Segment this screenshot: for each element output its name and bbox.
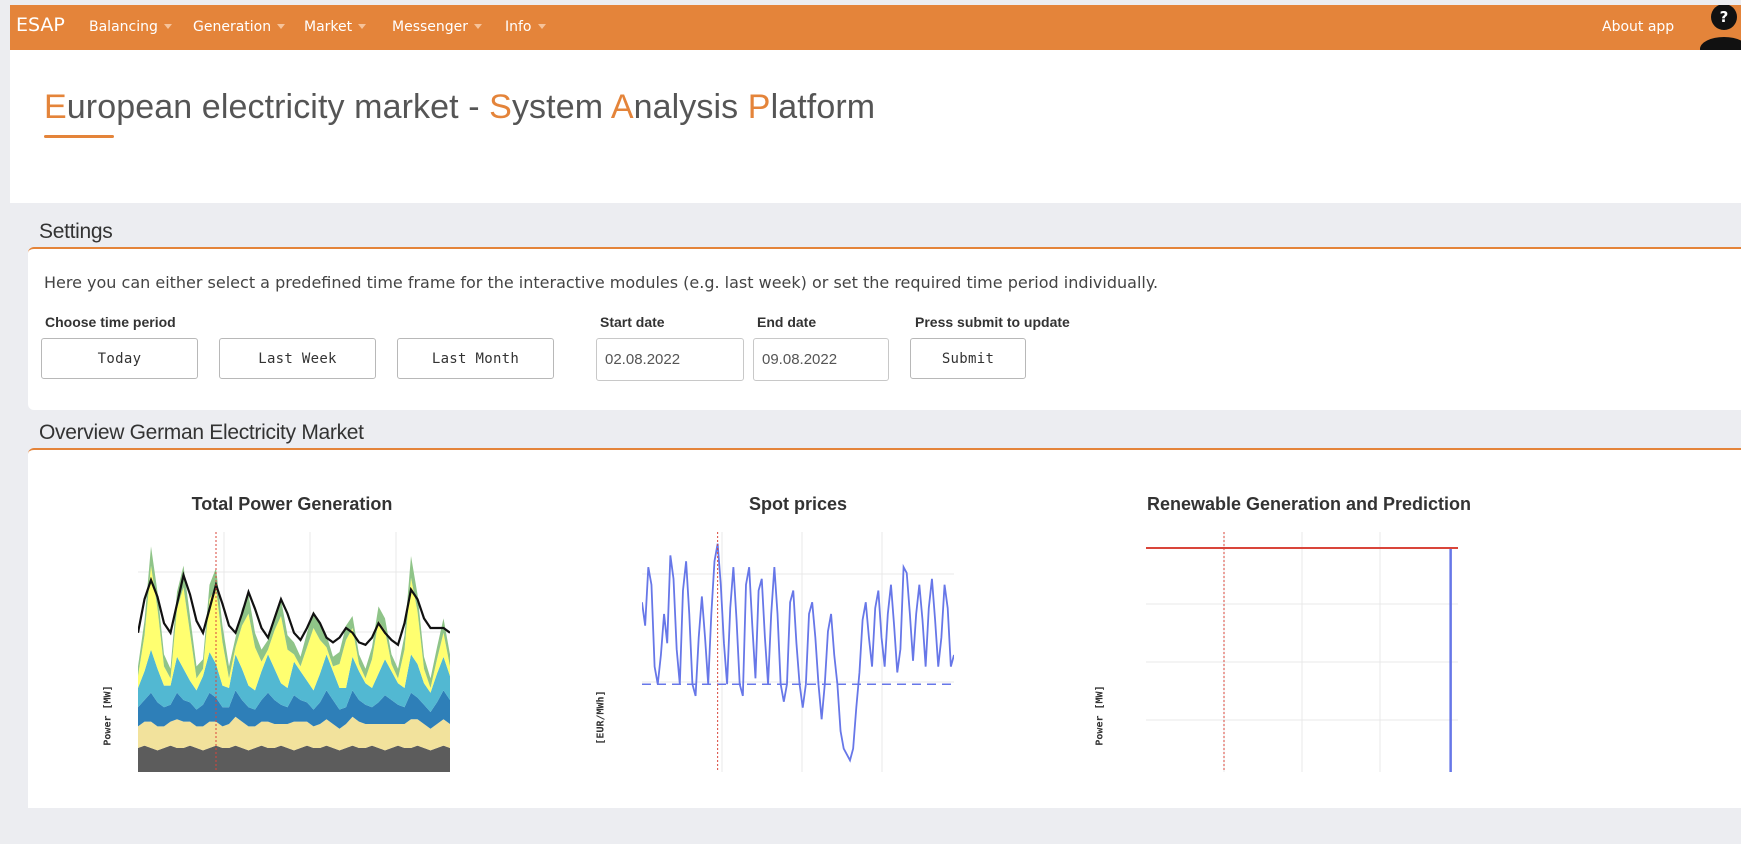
- chart-spot-prices[interactable]: [642, 532, 954, 772]
- title-part: E: [44, 88, 67, 126]
- chevron-down-icon: [358, 24, 367, 29]
- chart-spot-prices-title: Spot prices: [748, 494, 848, 514]
- overview-title: Overview German Electricity Market: [39, 421, 364, 444]
- title-part: P: [747, 88, 771, 126]
- nav-label: Balancing: [89, 19, 158, 35]
- help-user-icon[interactable]: ?: [1698, 5, 1741, 50]
- last-month-button[interactable]: Last Month: [397, 338, 554, 379]
- chart3-ylabel: Power [MW]: [1094, 685, 1106, 746]
- chart-total-generation-title: Total Power Generation: [191, 494, 393, 514]
- nav-label: Market: [304, 19, 353, 35]
- nav-info[interactable]: Info: [505, 19, 546, 35]
- nav-balancing[interactable]: Balancing: [89, 19, 172, 35]
- nav-generation[interactable]: Generation: [193, 19, 286, 35]
- top-navbar: ESAP Balancing Generation Market Messeng…: [10, 5, 1741, 50]
- about-app-link[interactable]: About app: [1602, 19, 1674, 35]
- title-part: S: [489, 88, 512, 126]
- nav-label: Info: [505, 19, 532, 35]
- chart-total-generation[interactable]: [138, 532, 450, 772]
- price-line[interactable]: [642, 543, 954, 763]
- chart2-ylabel: [EUR/MWh]: [595, 690, 607, 745]
- today-button[interactable]: Today: [41, 338, 198, 379]
- help-question-text: ?: [1720, 8, 1729, 26]
- settings-title: Settings: [39, 220, 113, 243]
- nav-label: Generation: [193, 19, 272, 35]
- page-title: European electricity market - System Ana…: [44, 88, 875, 127]
- end-date-label: End date: [757, 314, 817, 330]
- title-part: nalysis: [633, 88, 748, 126]
- chevron-down-icon: [474, 24, 483, 29]
- overview-panel: Total Power Generation Power [MW] Spot p…: [28, 448, 1741, 808]
- start-date-label: Start date: [600, 314, 665, 330]
- nav-messenger[interactable]: Messenger: [392, 19, 483, 35]
- chevron-down-icon: [163, 24, 172, 29]
- start-date-input[interactable]: 02.08.2022: [596, 338, 744, 381]
- title-part: uropean electricity market -: [66, 88, 490, 126]
- title-part: latform: [770, 88, 876, 126]
- brand-logo[interactable]: ESAP: [16, 14, 65, 36]
- chart3-grid: [1146, 532, 1458, 772]
- title-part: A: [610, 88, 634, 126]
- settings-panel: Here you can either select a predefined …: [28, 247, 1741, 410]
- last-week-button[interactable]: Last Week: [219, 338, 376, 379]
- title-part: ystem: [511, 88, 611, 126]
- settings-description: Here you can either select a predefined …: [44, 273, 1159, 292]
- chevron-down-icon: [537, 24, 546, 29]
- nav-market[interactable]: Market: [304, 19, 367, 35]
- chart-renewable-generation[interactable]: [1146, 532, 1458, 772]
- chart1-ylabel: Power [MW]: [102, 685, 114, 746]
- press-submit-label: Press submit to update: [915, 314, 1070, 330]
- end-date-input[interactable]: 09.08.2022: [753, 338, 889, 381]
- app-frame: ESAP Balancing Generation Market Messeng…: [10, 5, 1741, 844]
- nav-label: Messenger: [392, 19, 469, 35]
- title-underline: [44, 135, 114, 138]
- chevron-down-icon: [277, 24, 286, 29]
- chart-renewable-title: Renewable Generation and Prediction: [1146, 494, 1472, 514]
- page-header: European electricity market - System Ana…: [10, 50, 1741, 203]
- submit-button[interactable]: Submit: [910, 338, 1026, 379]
- choose-period-label: Choose time period: [45, 314, 176, 330]
